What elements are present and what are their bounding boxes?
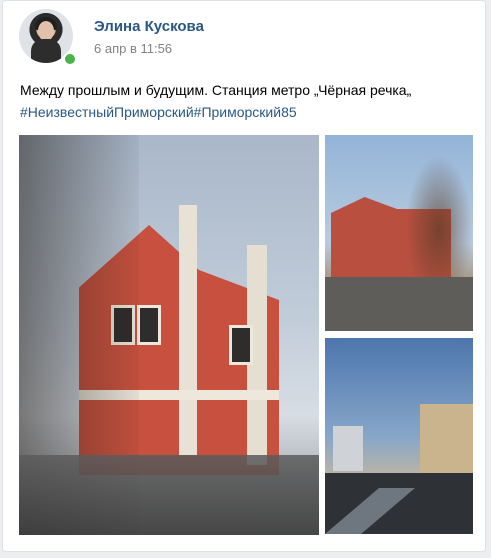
hashtag-link[interactable]: #Приморский85 xyxy=(194,104,297,120)
avatar-body xyxy=(31,39,61,63)
author-name[interactable]: Элина Кускова xyxy=(94,18,204,35)
post-text: Между прошлым и будущим. Станция метро „… xyxy=(20,82,412,98)
photo-window xyxy=(137,305,161,345)
photo-ground xyxy=(325,277,473,331)
hashtag-link[interactable]: #НеизвестныйПриморский xyxy=(20,104,194,120)
post-photo-main[interactable] xyxy=(19,135,319,535)
photo-building xyxy=(333,426,363,471)
online-status-icon xyxy=(63,52,77,66)
post-hashtags: #НеизвестныйПриморский#Приморский85 xyxy=(20,104,297,120)
photo-fence xyxy=(19,455,319,535)
photo-tree xyxy=(405,155,473,280)
photo-building xyxy=(420,404,473,474)
photo-window xyxy=(229,325,253,365)
avatar-face xyxy=(38,21,54,41)
post-photo-third[interactable] xyxy=(325,338,473,534)
post-photo-second[interactable] xyxy=(325,135,473,331)
post-date[interactable]: 6 апр в 11:56 xyxy=(94,41,172,56)
photo-tower xyxy=(179,205,197,455)
post-card: Элина Кускова 6 апр в 11:56 Между прошлы… xyxy=(2,0,486,552)
